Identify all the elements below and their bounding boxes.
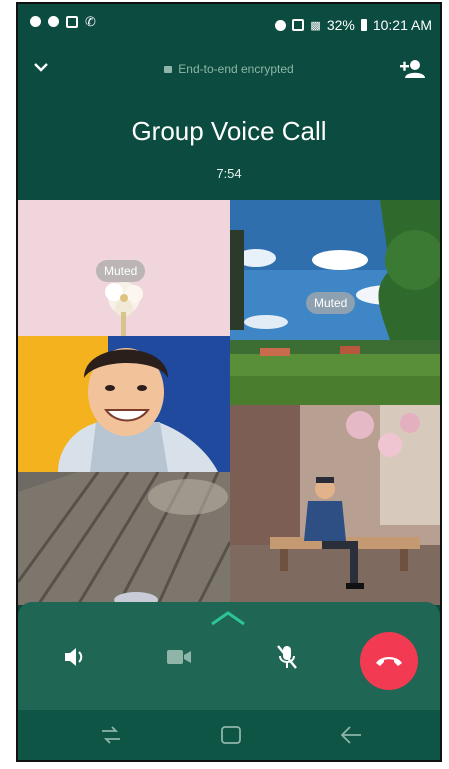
participant-tile[interactable]: Muted [18, 200, 230, 336]
participant-tile[interactable]: Muted [230, 200, 440, 405]
encryption-label: End-to-end encrypted [178, 62, 294, 76]
muted-badge: Muted [306, 292, 356, 314]
end-call-button[interactable] [360, 632, 418, 690]
participant-tile[interactable] [18, 336, 230, 472]
muted-badge: Muted [96, 260, 146, 282]
video-button[interactable] [160, 638, 198, 676]
add-person-icon[interactable] [398, 56, 426, 82]
phone-screen: ✆ ▩ 32% 10:21 AM End-to-end encrypted Gr… [16, 2, 442, 762]
call-duration: 7:54 [216, 166, 242, 181]
nfc-icon [292, 19, 305, 31]
participant-tile[interactable] [230, 405, 440, 605]
status-icons-right: ▩ 32% 10:21 AM [275, 17, 432, 33]
speaker-icon [65, 648, 83, 666]
speaker-button[interactable] [56, 638, 94, 676]
participant-video [18, 472, 230, 605]
back-icon[interactable] [340, 724, 362, 746]
chevron-up-icon[interactable] [210, 610, 246, 626]
message-icon [30, 16, 41, 27]
home-icon[interactable] [220, 724, 242, 746]
battery-level: 32% [326, 17, 355, 33]
mute-button[interactable] [268, 638, 306, 676]
call-top-bar: End-to-end encrypted [18, 54, 440, 88]
do-not-disturb-icon [275, 19, 287, 31]
end-call-icon [376, 657, 402, 666]
clock: 10:21 AM [372, 17, 432, 33]
status-bar: ✆ ▩ 32% 10:21 AM [18, 4, 440, 48]
call-controls [18, 602, 440, 710]
video-icon [167, 650, 191, 664]
participant-video [230, 405, 440, 605]
battery-icon [360, 19, 367, 31]
system-nav-bar [18, 710, 440, 760]
lock-icon [164, 66, 173, 73]
phone-icon: ✆ [85, 14, 96, 29]
participant-tile[interactable] [18, 472, 230, 605]
participant-grid: Muted Muted [18, 200, 440, 605]
status-icons-left: ✆ [30, 14, 96, 29]
message-icon [48, 16, 59, 27]
notification-icon [66, 16, 78, 28]
mic-off-icon [277, 645, 297, 669]
recent-apps-icon[interactable] [100, 724, 122, 746]
call-title: Group Voice Call [131, 116, 327, 146]
participant-video [18, 336, 230, 472]
signal-icon: ▩ [310, 19, 321, 32]
encryption-notice: End-to-end encrypted [18, 62, 440, 76]
